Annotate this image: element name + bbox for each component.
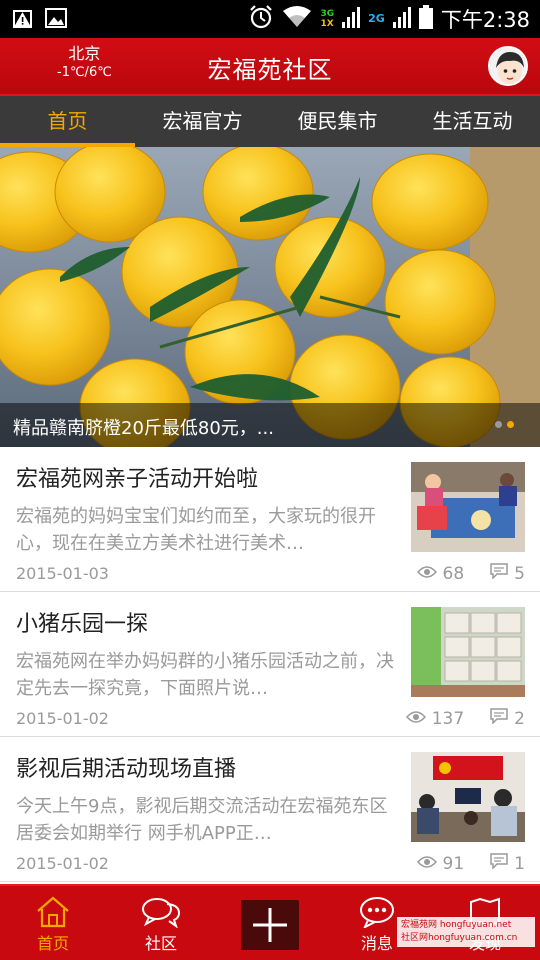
- news-date: 2015-01-02: [16, 709, 109, 728]
- banner-carousel[interactable]: 精品赣南脐橙20斤最低80元，...: [0, 147, 540, 447]
- network-2g: 2G: [368, 12, 385, 25]
- nav-home[interactable]: 首页: [8, 886, 98, 960]
- news-stats: 68 5: [416, 563, 525, 584]
- warning-icon: [12, 6, 36, 34]
- view-count: 137: [431, 708, 465, 729]
- news-date: 2015-01-03: [16, 564, 109, 583]
- user-avatar-icon[interactable]: [488, 46, 528, 86]
- news-date: 2015-01-02: [16, 854, 109, 873]
- eye-icon: [416, 564, 437, 584]
- app-screen: 3G 1X 2G 下午2:38 北京 -1℃/6℃ 宏福苑社区 首页 宏福官方 …: [0, 0, 540, 960]
- tab-official[interactable]: 宏福官方: [135, 96, 270, 147]
- alarm-icon: [248, 4, 274, 34]
- news-summary: 今天上午9点，影视后期交流活动在宏福苑东区居委会如期举行 网手机APP正…: [16, 796, 388, 844]
- news-summary: 宏福苑的妈妈宝宝们如约而至，大家玩的很开心，现在在美立方美术社进行美术…: [16, 506, 376, 554]
- view-count: 91: [442, 853, 465, 874]
- clock: 下午2:38: [440, 8, 530, 32]
- network-2g-label: 2G: [368, 12, 385, 25]
- news-thumbnail: [411, 462, 525, 552]
- weather-widget[interactable]: 北京 -1℃/6℃: [57, 44, 112, 82]
- home-icon: [8, 896, 98, 932]
- nav-community-label: 社区: [144, 934, 177, 953]
- nav-home-label: 首页: [36, 934, 69, 953]
- news-item[interactable]: 小猪乐园一探 宏福苑网在举办妈妈群的小猪乐园活动之前，决定先去一探究竟，下面照片…: [0, 592, 540, 737]
- category-tabs: 首页 宏福官方 便民集市 生活互动: [0, 96, 540, 147]
- network-1x-label: 1X: [320, 19, 334, 29]
- plus-icon: [253, 908, 287, 942]
- watermark-line-1: 宏福苑网 hongfuyuan.net: [401, 920, 512, 930]
- chat-bubbles-icon: [116, 896, 206, 932]
- news-title: 影视后期活动现场直播: [16, 757, 237, 782]
- banner-caption: 精品赣南脐橙20斤最低80元，...: [13, 418, 274, 439]
- app-header: 北京 -1℃/6℃ 宏福苑社区: [0, 38, 540, 96]
- carousel-indicator: [495, 421, 514, 428]
- nav-community[interactable]: 社区: [116, 886, 206, 960]
- eye-icon: [416, 854, 437, 874]
- comment-count: 1: [514, 853, 525, 874]
- comment-count: 2: [514, 708, 525, 729]
- image-icon: [44, 6, 68, 34]
- comment-icon: [490, 853, 508, 874]
- news-stats: 137 2: [405, 708, 525, 729]
- news-thumbnail: [411, 607, 525, 697]
- news-list: 宏福苑网亲子活动开始啦 宏福苑的妈妈宝宝们如约而至，大家玩的很开心，现在在美立方…: [0, 447, 540, 882]
- network-3g-label: 3G: [320, 9, 335, 19]
- site-watermark: 宏福苑网 hongfuyuan.net 社区网hongfuyuan.com.cn: [397, 917, 535, 947]
- news-stats: 91 1: [416, 853, 525, 874]
- carousel-dot[interactable]: [495, 421, 502, 428]
- signal-icon-2: [392, 6, 411, 32]
- watermark-line-2: 社区网hongfuyuan.com.cn: [401, 933, 518, 943]
- banner-caption-bar: 精品赣南脐橙20斤最低80元，...: [0, 403, 540, 447]
- weather-temperature: -1℃/6℃: [57, 65, 112, 80]
- banner-oranges-image: [0, 147, 540, 447]
- news-item[interactable]: 影视后期活动现场直播 今天上午9点，影视后期交流活动在宏福苑东区居委会如期举行 …: [0, 737, 540, 882]
- news-item[interactable]: 宏福苑网亲子活动开始啦 宏福苑的妈妈宝宝们如约而至，大家玩的很开心，现在在美立方…: [0, 447, 540, 592]
- news-summary: 宏福苑网在举办妈妈群的小猪乐园活动之前，决定先去一探究竟，下面照片说…: [16, 651, 394, 699]
- news-title: 宏福苑网亲子活动开始啦: [16, 467, 259, 492]
- tab-market[interactable]: 便民集市: [270, 96, 405, 147]
- eye-icon: [405, 709, 426, 729]
- weather-city: 北京: [68, 44, 101, 63]
- battery-icon: [418, 5, 433, 33]
- status-bar: 3G 1X 2G 下午2:38: [0, 0, 540, 38]
- comment-count: 5: [514, 563, 525, 584]
- tab-life[interactable]: 生活互动: [405, 96, 540, 147]
- news-title: 小猪乐园一探: [16, 612, 149, 637]
- news-thumbnail: [411, 752, 525, 842]
- view-count: 68: [442, 563, 465, 584]
- tab-home[interactable]: 首页: [0, 96, 135, 147]
- signal-icon: [342, 6, 361, 32]
- comment-icon: [490, 563, 508, 584]
- wifi-icon: [282, 5, 312, 33]
- carousel-dot-active[interactable]: [507, 421, 514, 428]
- add-post-button[interactable]: [241, 900, 299, 950]
- network-type: 3G 1X: [320, 9, 334, 29]
- comment-icon: [490, 708, 508, 729]
